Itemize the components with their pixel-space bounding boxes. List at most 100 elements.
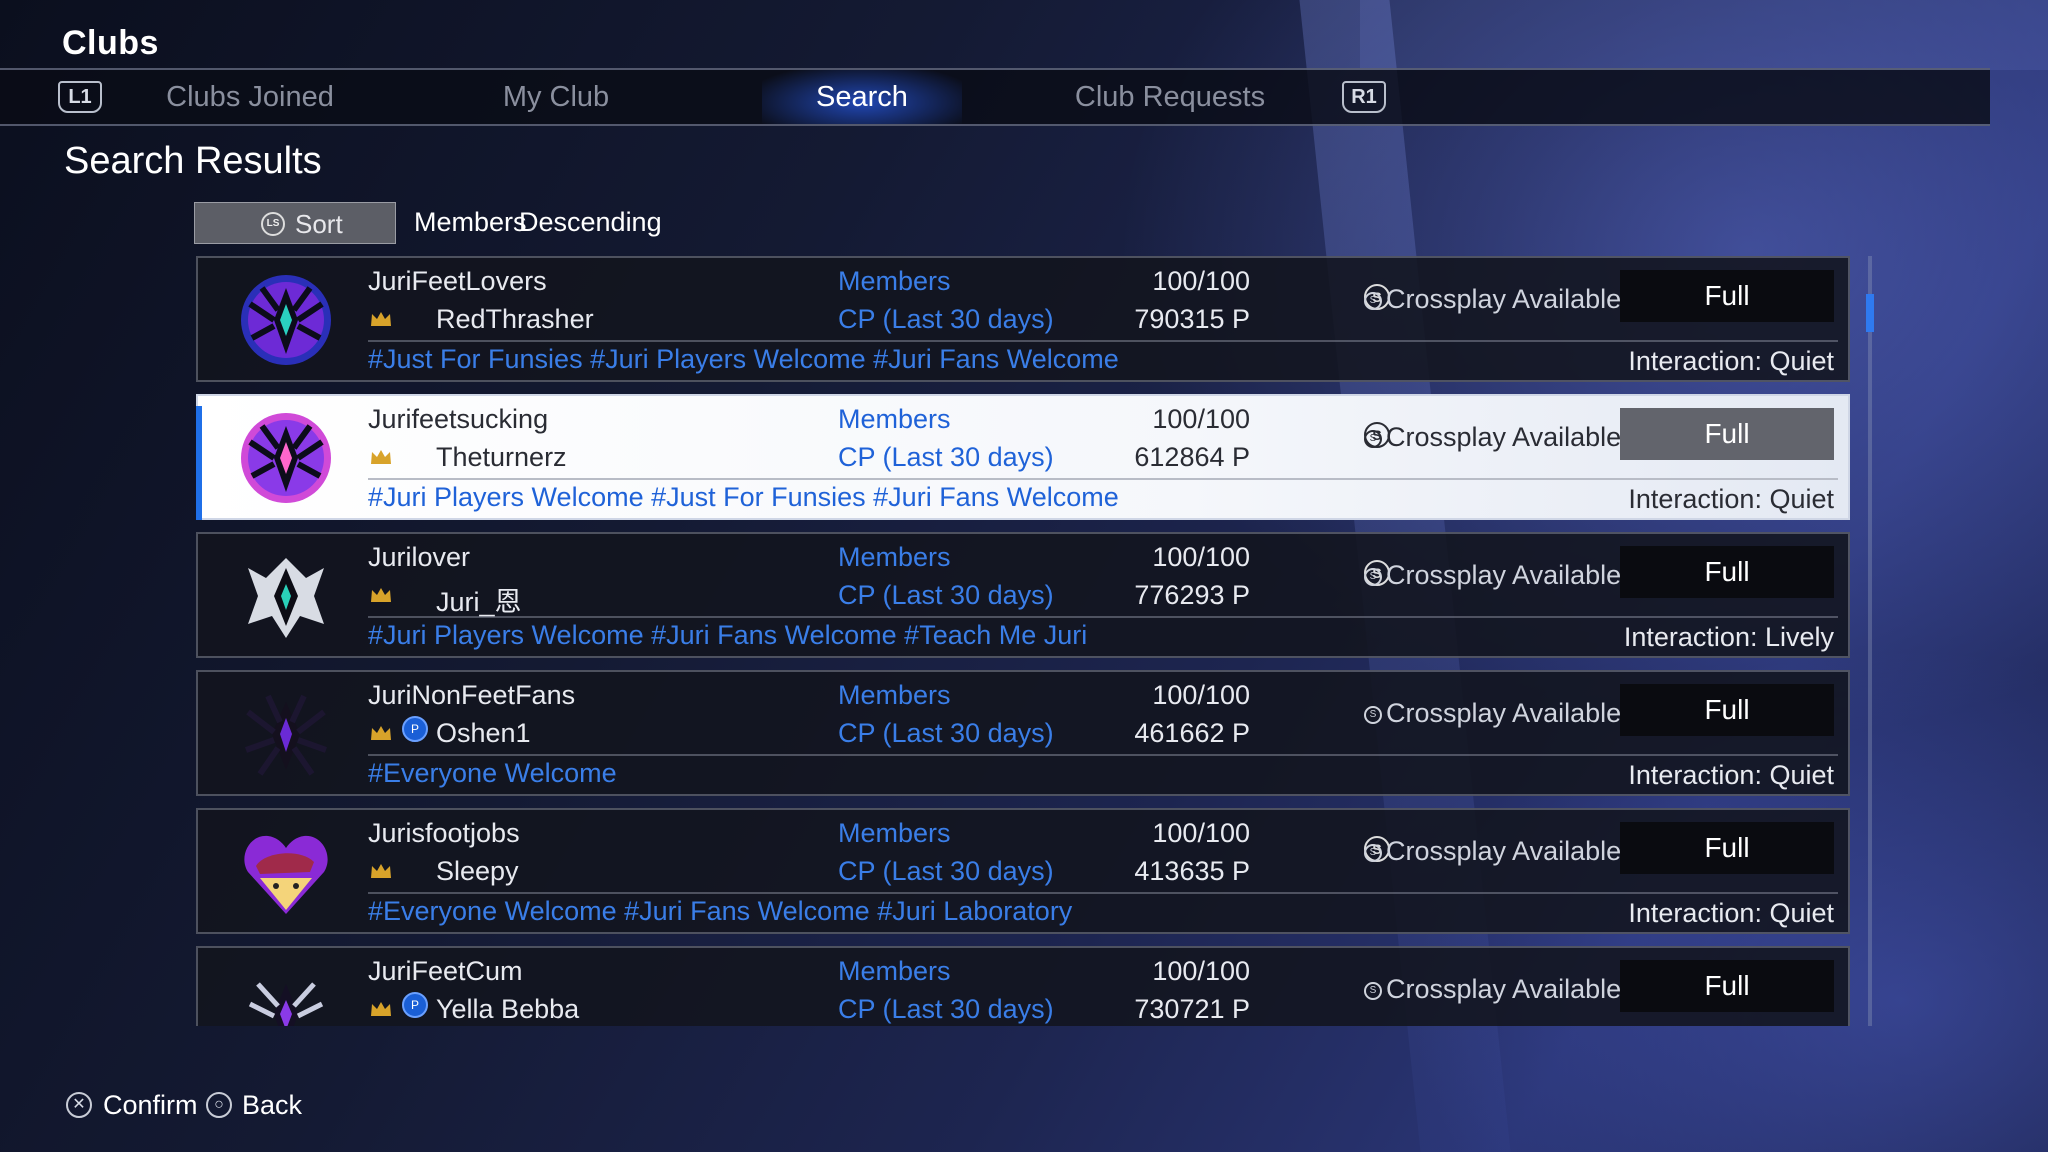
members-label: Members [838, 404, 951, 434]
cp-label: CP (Last 30 days) [838, 442, 1054, 472]
crossplay-status: S Crossplay Available [1364, 836, 1621, 867]
club-row[interactable]: JuriFeetCum P Yella Bebba Members CP (La… [196, 946, 1850, 1026]
crown-icon [371, 450, 391, 464]
crossplay-icon: S [1364, 981, 1382, 1000]
club-tags: #Just For Funsies #Juri Players Welcome … [368, 344, 1119, 374]
status-badge: Full [1620, 408, 1834, 460]
club-leader: Yella Bebba [436, 994, 580, 1024]
interaction-level: Interaction: Quiet [1628, 898, 1834, 928]
crown-icon [371, 588, 391, 602]
crossplay-status: S Crossplay Available [1364, 284, 1621, 315]
club-leader: Sleepy [436, 856, 519, 886]
interaction-level: Interaction: Quiet [1628, 484, 1834, 514]
status-badge: Full [1620, 822, 1834, 874]
status-badge: Full [1620, 270, 1834, 322]
spider-emblem-icon [248, 982, 324, 1026]
spider-emblem-icon [241, 275, 331, 365]
cp-value: 612864 P [1134, 442, 1250, 472]
club-tags: #Juri Players Welcome #Juri Fans Welcome… [368, 620, 1088, 650]
crossplay-label: Crossplay Available [1386, 974, 1622, 1004]
row-divider [368, 478, 1838, 480]
r1-button-icon[interactable]: R1 [1342, 81, 1386, 113]
members-label: Members [838, 680, 951, 710]
scrollbar-track[interactable] [1868, 256, 1872, 1026]
members-count: 100/100 [1152, 266, 1250, 296]
interaction-level: Interaction: Quiet [1628, 760, 1834, 790]
l1-button-icon[interactable]: L1 [58, 81, 102, 113]
club-row-selected[interactable]: Jurifeetsucking S Theturnerz Members CP … [196, 394, 1850, 520]
crossplay-status: S Crossplay Available [1364, 560, 1621, 591]
tab-bar: L1 Clubs Joined My Club Search Club Requ… [0, 68, 1990, 126]
club-name: JuriFeetLovers [368, 266, 547, 296]
members-count: 100/100 [1152, 542, 1250, 572]
club-results-list: JuriFeetLovers S RedThrasher Members CP … [196, 256, 1850, 1026]
cp-value: 790315 P [1134, 304, 1250, 334]
confirm-hint[interactable]: Confirm [103, 1090, 198, 1121]
heart-face-emblem-icon [244, 835, 328, 914]
row-divider [368, 754, 1838, 756]
page-title: Search Results [64, 140, 322, 182]
club-row[interactable]: JuriNonFeetFans P Oshen1 Members CP (Las… [196, 670, 1850, 796]
members-label: Members [838, 956, 951, 986]
cp-label: CP (Last 30 days) [838, 856, 1054, 886]
spider-emblem-icon [248, 558, 324, 638]
status-badge: Full [1620, 546, 1834, 598]
spider-emblem-icon [241, 413, 331, 503]
circle-button-icon: ○ [206, 1092, 232, 1118]
crossplay-label: Crossplay Available [1386, 560, 1622, 590]
crossplay-status: S Crossplay Available [1364, 698, 1621, 729]
playstation-icon: P [402, 992, 428, 1018]
sort-field: Members [414, 207, 527, 237]
members-count: 100/100 [1152, 818, 1250, 848]
crossplay-label: Crossplay Available [1386, 698, 1622, 728]
club-name: JuriFeetCum [368, 956, 523, 986]
members-count: 100/100 [1152, 680, 1250, 710]
club-row[interactable]: Jurilover S Juri_恩 Members CP (Last 30 d… [196, 532, 1850, 658]
back-hint[interactable]: Back [242, 1090, 302, 1121]
crown-icon [371, 864, 391, 878]
app-title: Clubs [62, 24, 159, 62]
tab-search[interactable]: Search [762, 70, 962, 124]
crossplay-status: S Crossplay Available [1364, 974, 1621, 1005]
selection-indicator [196, 406, 202, 520]
spider-emblem-icon [244, 694, 328, 776]
status-badge: Full [1620, 684, 1834, 736]
crown-icon [371, 1002, 391, 1016]
crossplay-icon: S [1364, 429, 1382, 448]
scrollbar-thumb[interactable] [1866, 294, 1874, 332]
crossplay-label: Crossplay Available [1386, 422, 1622, 452]
club-tags: #Everyone Welcome #Juri Fans Welcome #Ju… [368, 896, 1073, 926]
tab-club-requests[interactable]: Club Requests [1070, 70, 1270, 124]
cp-value: 461662 P [1134, 718, 1250, 748]
members-label: Members [838, 542, 951, 572]
club-tags: #Everyone Welcome [368, 758, 617, 788]
cp-value: 413635 P [1134, 856, 1250, 886]
club-name: Jurilover [368, 542, 471, 572]
sort-button[interactable]: LS Sort [194, 202, 396, 244]
club-tags: #Juri Players Welcome #Just For Funsies … [368, 482, 1119, 512]
club-name: Jurifeetsucking [368, 404, 549, 434]
background-band [1360, 0, 2048, 70]
tab-clubs-joined[interactable]: Clubs Joined [150, 70, 350, 124]
status-badge: Full [1620, 960, 1834, 1012]
cp-value: 730721 P [1134, 994, 1250, 1024]
club-name: Jurisfootjobs [368, 818, 520, 848]
club-leader: Juri_恩 [436, 587, 522, 617]
members-count: 100/100 [1152, 956, 1250, 986]
club-leader: Oshen1 [436, 718, 531, 748]
club-row[interactable]: JuriFeetLovers S RedThrasher Members CP … [196, 256, 1850, 382]
sort-order: Descending [519, 207, 662, 237]
club-leader: RedThrasher [436, 304, 594, 334]
left-stick-icon: LS [261, 212, 285, 236]
row-divider [368, 892, 1838, 894]
cross-button-icon: ✕ [66, 1092, 92, 1118]
crossplay-icon: S [1364, 705, 1382, 724]
row-divider [368, 616, 1838, 618]
members-label: Members [838, 818, 951, 848]
club-name: JuriNonFeetFans [368, 680, 576, 710]
tab-my-club[interactable]: My Club [456, 70, 656, 124]
cp-label: CP (Last 30 days) [838, 580, 1054, 610]
club-row[interactable]: Jurisfootjobs S Sleepy Members CP (Last … [196, 808, 1850, 934]
cp-value: 776293 P [1134, 580, 1250, 610]
members-label: Members [838, 266, 951, 296]
